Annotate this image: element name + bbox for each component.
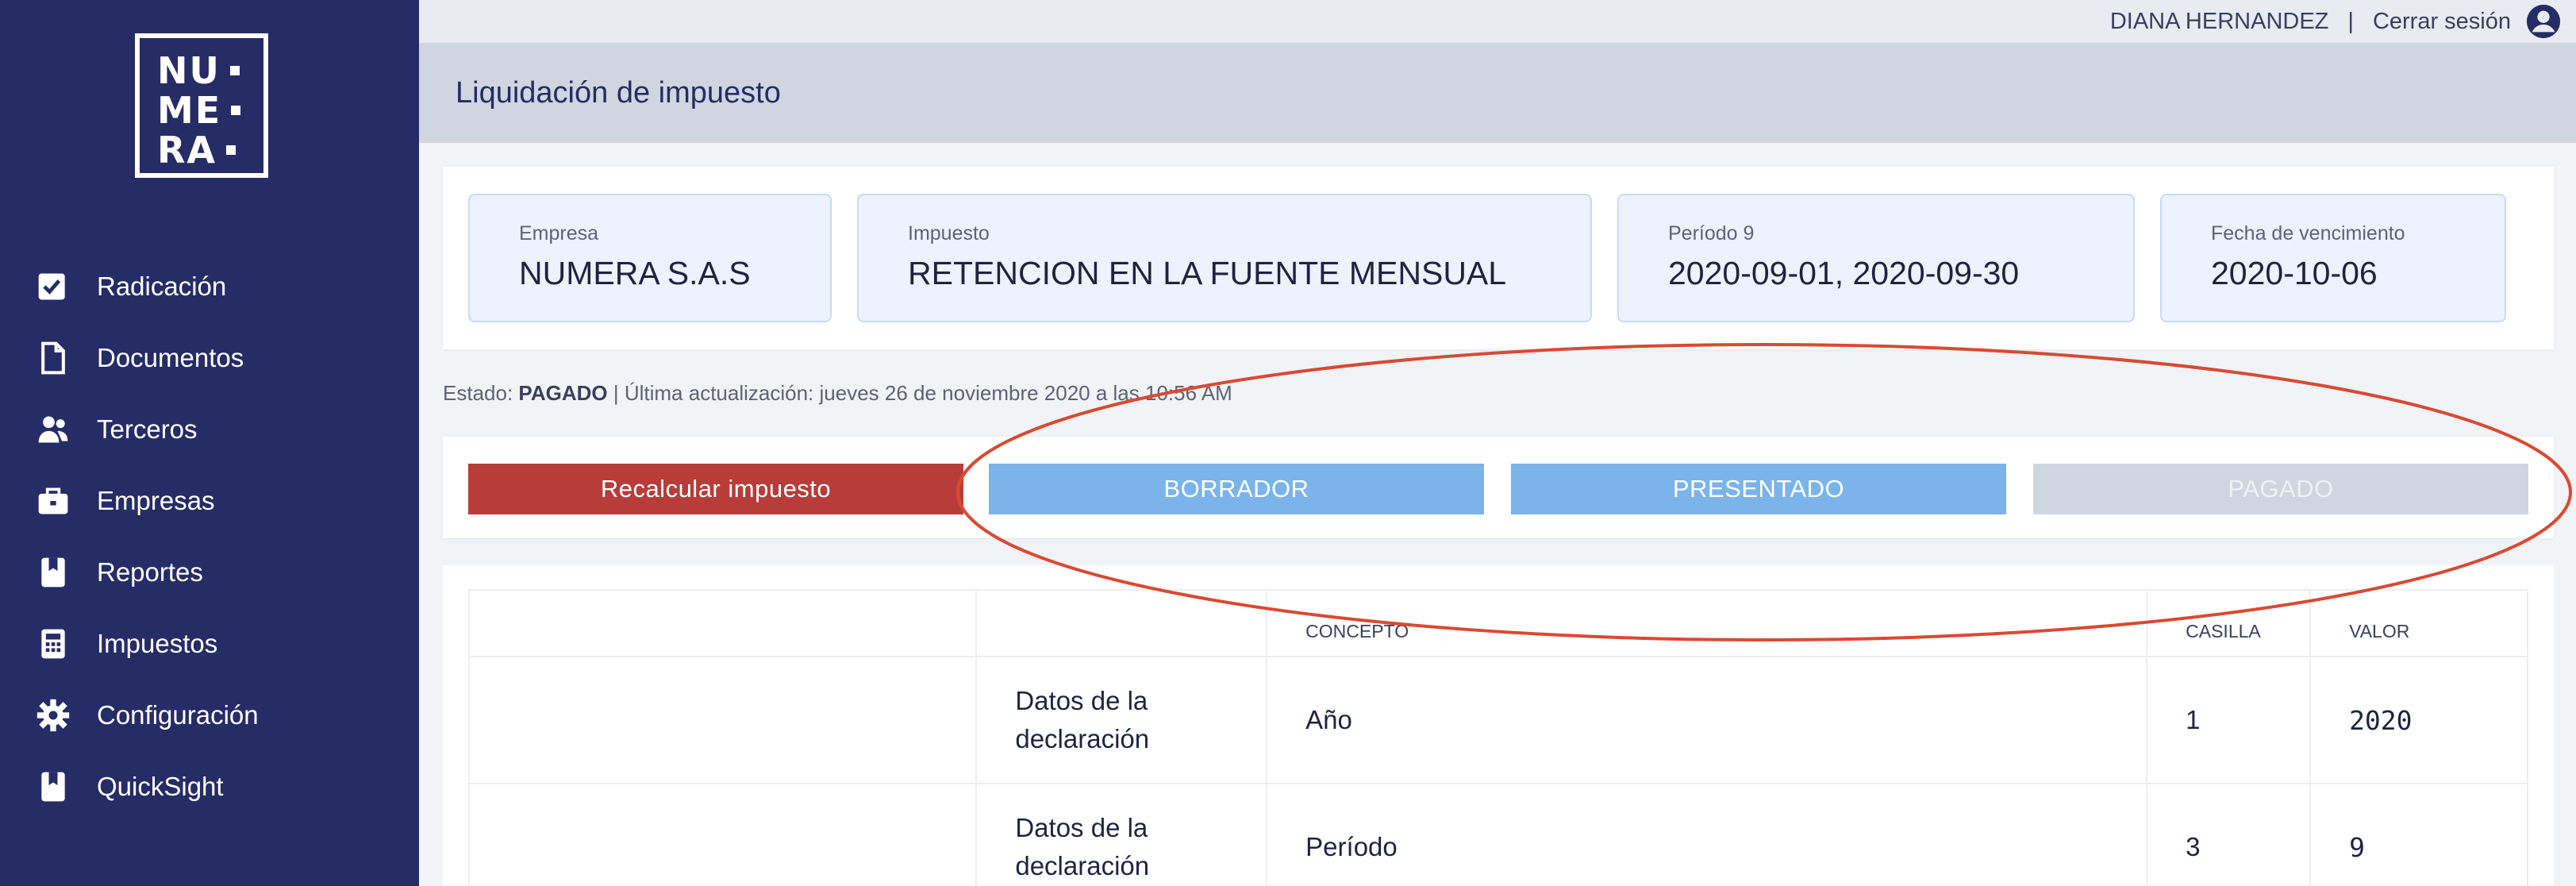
table-cell-concepto: Período [1266, 783, 2148, 886]
table-row: Datos de la declaración Año 1 2020 [467, 656, 2528, 784]
info-vencimiento-value: 2020-10-06 [2211, 255, 2378, 291]
table-cell-empty [467, 783, 978, 886]
table-header-valor: VALOR [2309, 589, 2528, 657]
table-cell-grupo: Datos de la declaración [975, 656, 1268, 784]
status-line: Estado: PAGADO | Última actualización: j… [443, 381, 1232, 406]
sidebar-item-label: Terceros [97, 414, 198, 444]
status-badge: PAGADO [518, 381, 608, 405]
recalculate-tax-button[interactable]: Recalcular impuesto [468, 464, 963, 514]
sidebar-item-documentos[interactable]: Documentos [0, 322, 419, 394]
table-cell-empty [467, 656, 978, 784]
table-header-col1 [467, 589, 978, 657]
logo-text-line3: RA [157, 129, 217, 171]
declaration-table: CONCEPTO CASILLA VALOR Datos de la decla… [467, 589, 2528, 886]
sidebar-item-reportes[interactable]: Reportes [0, 537, 419, 608]
table-cell-valor: 2020 [2309, 656, 2528, 784]
sidebar-item-radicacion[interactable]: Radicación [0, 251, 419, 322]
sidebar-item-terceros[interactable]: Terceros [0, 394, 419, 465]
sidebar-item-label: Reportes [97, 557, 203, 587]
info-impuesto: Impuesto RETENCION EN LA FUENTE MENSUAL [857, 194, 1592, 322]
table-header-col2 [975, 589, 1268, 657]
info-periodo-value: 2020-09-01, 2020-09-30 [1668, 255, 2020, 291]
info-periodo-label: Período 9 [1668, 222, 1755, 245]
user-name: DIANA HERNANDEZ [2109, 8, 2329, 34]
sidebar-item-label: QuickSight [97, 772, 224, 801]
briefcase-icon [35, 483, 71, 519]
calculator-icon [35, 626, 71, 662]
table-cell-valor: 9 [2309, 783, 2528, 886]
bookmark-book-icon [35, 554, 71, 591]
info-vencimiento-label: Fecha de vencimiento [2211, 222, 2405, 245]
declaration-table-card: CONCEPTO CASILLA VALOR Datos de la decla… [443, 565, 2554, 886]
info-periodo: Período 9 2020-09-01, 2020-09-30 [1617, 194, 2135, 322]
sidebar: NU ME RA Radicación Documentos Terceros [0, 0, 419, 886]
page-header: Liquidación de impuesto [419, 43, 2576, 143]
logo-text-line2: ME [157, 89, 222, 132]
info-card: Empresa NUMERA S.A.S Impuesto RETENCION … [443, 167, 2554, 349]
table-cell-casilla: 3 [2146, 783, 2312, 886]
info-vencimiento: Fecha de vencimiento 2020-10-06 [2160, 194, 2506, 322]
topbar-separator: | [2347, 8, 2354, 34]
document-icon [35, 340, 71, 376]
sidebar-item-label: Impuestos [97, 629, 218, 658]
sidebar-nav: Radicación Documentos Terceros Empresas … [0, 251, 419, 822]
page-title: Liquidación de impuesto [456, 75, 781, 110]
info-empresa-value: NUMERA S.A.S [519, 255, 751, 291]
status-prefix: Estado: [443, 381, 513, 405]
sidebar-item-configuracion[interactable]: Configuración [0, 680, 419, 751]
table-header-concepto: CONCEPTO [1266, 589, 2148, 657]
top-bar: DIANA HERNANDEZ | Cerrar sesión [419, 0, 2576, 43]
table-header-row: CONCEPTO CASILLA VALOR [467, 589, 2528, 657]
logout-link[interactable]: Cerrar sesión [2373, 9, 2511, 35]
bookmark-book-icon [35, 769, 71, 805]
info-empresa: Empresa NUMERA S.A.S [468, 194, 832, 322]
user-avatar-icon[interactable] [2525, 3, 2562, 40]
info-empresa-label: Empresa [519, 222, 599, 245]
sidebar-item-label: Configuración [97, 700, 259, 730]
status-separator: | [613, 381, 619, 405]
sidebar-item-quicksight[interactable]: QuickSight [0, 751, 419, 822]
info-impuesto-value: RETENCION EN LA FUENTE MENSUAL [908, 255, 1507, 291]
last-updated: Última actualización: jueves 26 de novie… [624, 381, 1232, 405]
state-pagado-button[interactable]: PAGADO [2033, 464, 2528, 514]
info-impuesto-label: Impuesto [908, 222, 990, 245]
sidebar-item-empresas[interactable]: Empresas [0, 465, 419, 537]
sidebar-item-label: Empresas [97, 486, 215, 515]
table-cell-casilla: 1 [2146, 656, 2312, 784]
logo-text-line1: NU [157, 49, 221, 92]
table-header-casilla: CASILLA [2146, 589, 2312, 657]
table-cell-grupo: Datos de la declaración [975, 783, 1268, 886]
actions-card: Recalcular impuesto BORRADOR PRESENTADO … [443, 437, 2554, 538]
gear-icon [35, 697, 71, 734]
sidebar-item-label: Radicación [97, 272, 227, 301]
checkbox-icon [35, 268, 71, 305]
numera-logo[interactable]: NU ME RA [135, 33, 268, 178]
sidebar-item-label: Documentos [97, 343, 244, 372]
sidebar-item-impuestos[interactable]: Impuestos [0, 608, 419, 680]
table-row: Datos de la declaración Período 3 9 [467, 783, 2528, 886]
state-borrador-button[interactable]: BORRADOR [989, 464, 1484, 514]
table-cell-concepto: Año [1266, 656, 2148, 784]
state-presentado-button[interactable]: PRESENTADO [1511, 464, 2006, 514]
users-icon [35, 411, 71, 448]
